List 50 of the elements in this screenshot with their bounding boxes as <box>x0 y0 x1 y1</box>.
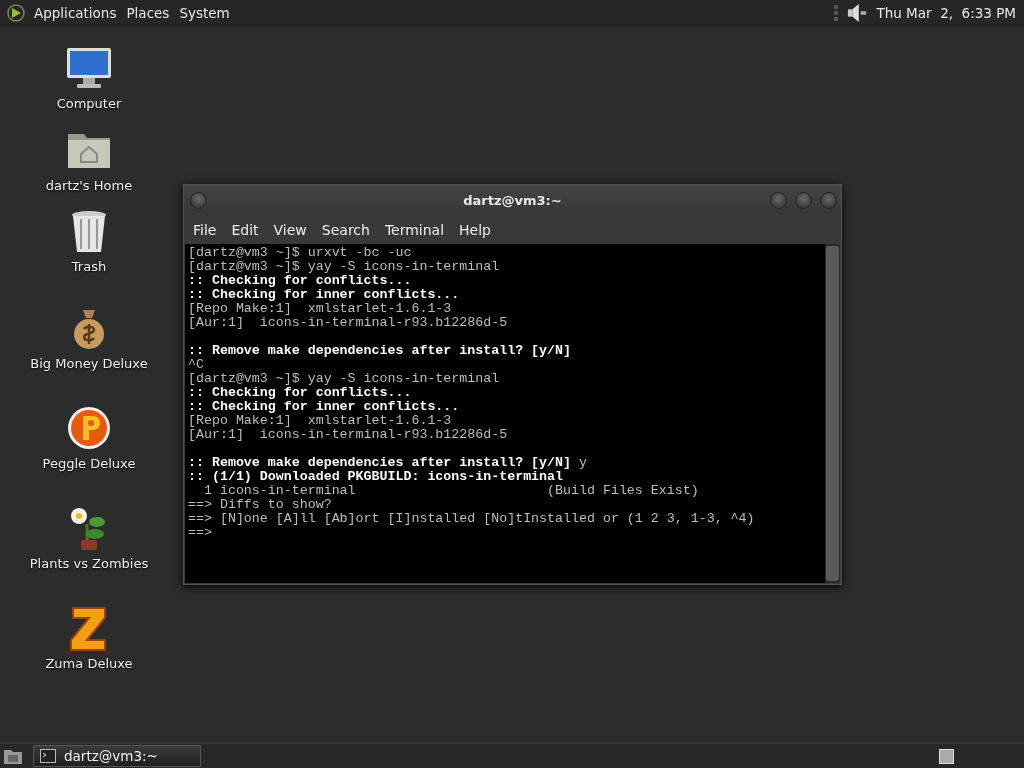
terminal-line: [Repo Make:1] xmlstarlet-1.6.1-3 <box>188 413 452 428</box>
minimize-button[interactable] <box>770 192 787 209</box>
terminal-line: [Aur:1] icons-in-terminal-r93.b12286d-5 <box>188 315 508 330</box>
taskbar-button[interactable]: dartz@vm3:~ <box>33 745 201 767</box>
terminal-line: [Repo Make:1] xmlstarlet-1.6.1-3 <box>188 301 452 316</box>
terminal-line: [dartz@vm3 ~]$ yay -S icons-in-terminal <box>188 259 500 274</box>
speaker-icon[interactable] <box>846 2 869 23</box>
logo-icon[interactable] <box>6 2 26 23</box>
terminal-line: [dartz@vm3 ~]$ urxvt -bc -uc <box>188 245 412 260</box>
terminal-line: :: Checking for conflicts... <box>188 273 412 288</box>
ball-icon[interactable] <box>65 404 113 452</box>
terminal-line: [dartz@vm3 ~]$ yay -S icons-in-terminal <box>188 371 500 386</box>
desktop-icon-label[interactable]: Zuma Deluxe <box>45 656 133 671</box>
desktop-icon-label[interactable]: Computer <box>56 96 122 111</box>
panel-menu[interactable]: Applications <box>34 4 117 21</box>
terminal-line: [Aur:1] icons-in-terminal-r93.b12286d-5 <box>188 427 508 442</box>
desktop-icon-label[interactable]: dartz's Home <box>45 178 133 193</box>
clock[interactable]: Thu Mar 2, 6:33 PM <box>876 4 1016 21</box>
workspace-switcher[interactable] <box>939 748 954 764</box>
menu-item[interactable]: Terminal <box>384 221 445 238</box>
panel-menu[interactable]: System <box>179 4 230 21</box>
terminal-line: :: Remove make dependencies after install? [y/N] y <box>188 455 587 470</box>
menu-item[interactable]: View <box>273 221 307 238</box>
window-title: dartz@vm3:~ <box>463 192 562 208</box>
terminal-line: ^C <box>188 357 204 372</box>
window-menu-button[interactable] <box>190 192 207 209</box>
grip-icon <box>834 3 839 22</box>
desktop-icon-label[interactable]: Peggle Deluxe <box>42 456 136 471</box>
panel-menu[interactable]: Places <box>126 4 170 21</box>
desktop-icon-label[interactable]: Trash <box>71 259 107 274</box>
terminal-line: ==> <box>188 525 212 540</box>
desktop-icon-label[interactable]: Plants vs Zombies <box>29 556 149 571</box>
terminal-line: :: Remove make dependencies after install? [y/N] <box>188 343 571 358</box>
menu-item[interactable]: Edit <box>231 221 259 238</box>
terminal-line: :: Checking for conflicts... <box>188 385 412 400</box>
terminal-line: :: Checking for inner conflicts... <box>188 287 460 302</box>
menu-item[interactable]: Search <box>321 221 370 238</box>
scrollbar[interactable] <box>825 244 840 583</box>
maximize-button[interactable] <box>795 192 812 209</box>
terminal-line: ==> Diffs to show? <box>188 497 332 512</box>
terminal-line: :: (1/1) Downloaded PKGBUILD: icons-in-terminal <box>188 469 564 484</box>
terminal-icon <box>40 749 56 763</box>
terminal-line: ==> [N]one [A]ll [Ab]ort [I]nstalled [No]tInstalled or (1 2 3, 1-3, ^4) <box>188 511 755 526</box>
menu-item[interactable]: Help <box>459 221 491 238</box>
terminal-line: 1 icons-in-terminal (Build Files Exist) <box>202 483 699 498</box>
terminal-line: :: Checking for inner conflicts... <box>188 399 460 414</box>
show-desktop-icon[interactable] <box>3 747 23 765</box>
desktop-icon-label[interactable]: Big Money Deluxe <box>30 356 148 371</box>
menu-item[interactable]: File <box>193 221 217 238</box>
close-button[interactable] <box>820 192 837 209</box>
